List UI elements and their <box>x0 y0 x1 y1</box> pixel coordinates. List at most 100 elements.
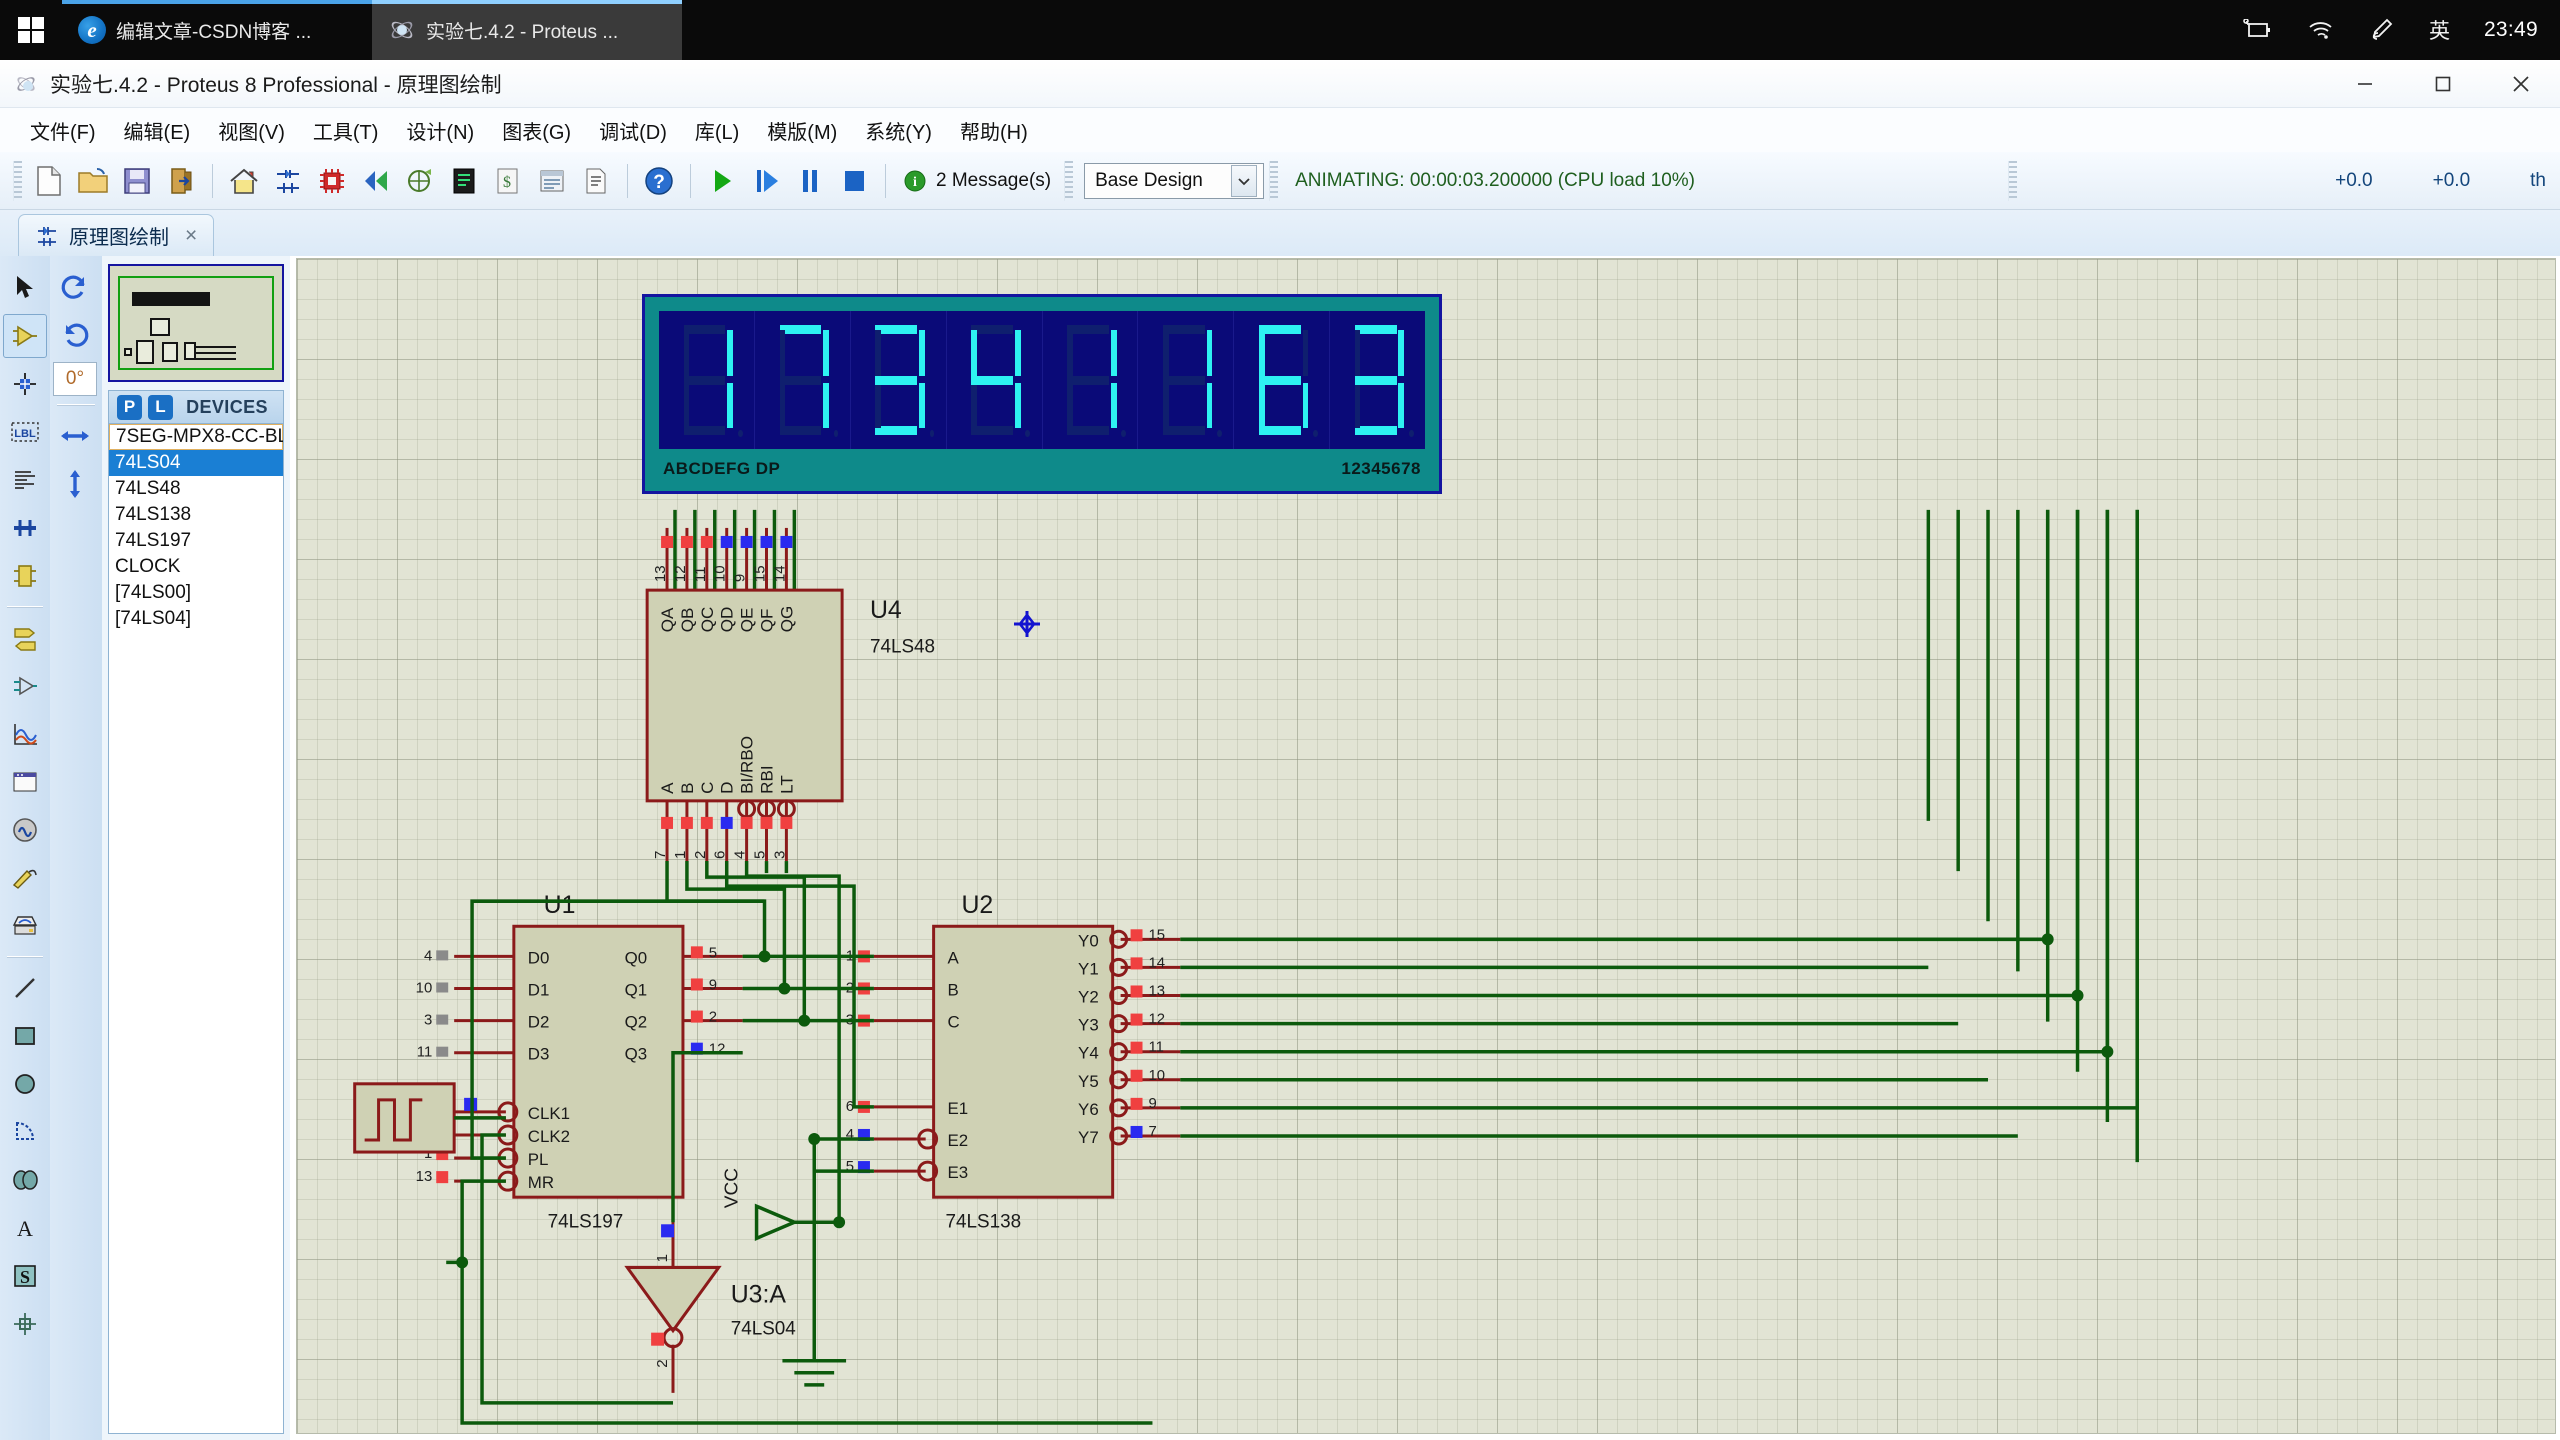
pick-devices-button[interactable]: P <box>117 394 142 420</box>
bus-mode-icon[interactable] <box>3 506 47 550</box>
pen-ink-icon[interactable] <box>2369 18 2395 42</box>
schematic-capture-icon[interactable] <box>266 159 310 203</box>
save-icon[interactable] <box>115 159 159 203</box>
step-icon[interactable] <box>744 159 788 203</box>
library-button[interactable]: L <box>148 394 173 420</box>
close-button[interactable] <box>2482 60 2560 108</box>
toolbar-grip[interactable] <box>13 160 22 201</box>
maximize-button[interactable] <box>2404 60 2482 108</box>
rotate-clockwise-icon[interactable] <box>53 266 97 310</box>
menu-bar: 文件(F) 编辑(E) 视图(V) 工具(T) 设计(N) 图表(G) 调试(D… <box>0 108 2560 152</box>
svg-text:E1: E1 <box>948 1099 969 1118</box>
menu-help[interactable]: 帮助(H) <box>946 111 1042 150</box>
tape-recorder-icon[interactable] <box>3 760 47 804</box>
tab-schematic-capture[interactable]: 原理图绘制 × <box>18 214 215 256</box>
menu-template[interactable]: 模版(M) <box>753 111 851 150</box>
svg-text:15: 15 <box>1148 926 1165 943</box>
subcircuit-icon[interactable] <box>3 554 47 598</box>
schematic-canvas[interactable]: ABCDEFG DP 12345678 QA QB QC QD QE QF QG… <box>296 258 2556 1434</box>
device-item-clock[interactable]: CLOCK <box>109 554 283 580</box>
taskbar-item-proteus[interactable]: 实验七.4.2 - Proteus ... <box>372 0 682 60</box>
menu-design[interactable]: 设计(N) <box>392 111 488 150</box>
terminals-icon[interactable] <box>3 616 47 660</box>
menu-system[interactable]: 系统(Y) <box>851 111 946 150</box>
device-item-74ls48[interactable]: 74LS48 <box>109 476 283 502</box>
menu-file[interactable]: 文件(F) <box>16 111 110 150</box>
line-tool-icon[interactable] <box>3 966 47 1010</box>
device-item-74ls04-lib[interactable]: [74LS04] <box>109 606 283 632</box>
toolbar-separator <box>212 163 213 198</box>
toolbar-grip[interactable] <box>2008 160 2018 201</box>
toolbar-separator <box>885 163 886 198</box>
device-pin-icon[interactable] <box>3 664 47 708</box>
menu-library[interactable]: 库(L) <box>681 111 753 150</box>
svg-text:Y7: Y7 <box>1078 1128 1099 1147</box>
help-question-icon[interactable]: ? <box>637 159 681 203</box>
pause-icon[interactable] <box>788 159 832 203</box>
toolbar-grip[interactable] <box>1269 160 1279 201</box>
arc-tool-icon[interactable] <box>3 1110 47 1154</box>
menu-edit[interactable]: 编辑(E) <box>110 111 205 150</box>
stop-icon[interactable] <box>832 159 876 203</box>
generator-icon[interactable] <box>3 808 47 852</box>
play-icon[interactable] <box>700 159 744 203</box>
battery-charging-icon[interactable] <box>2243 19 2273 41</box>
exit-icon[interactable] <box>159 159 203 203</box>
design-select-value: Base Design <box>1095 169 1203 191</box>
menu-view[interactable]: 视图(V) <box>204 111 299 150</box>
voltage-probe-icon[interactable] <box>3 856 47 900</box>
minimize-button[interactable] <box>2326 60 2404 108</box>
svg-text:74LS48: 74LS48 <box>870 636 935 657</box>
junction-dot-icon[interactable] <box>3 362 47 406</box>
design-select[interactable]: Base Design <box>1084 162 1265 199</box>
new-file-icon[interactable] <box>27 159 71 203</box>
menu-graph[interactable]: 图表(G) <box>488 111 585 150</box>
wire-label-icon[interactable]: LBL <box>3 410 47 454</box>
marker-tool-icon[interactable] <box>3 1302 47 1346</box>
mirror-vertical-icon[interactable] <box>53 462 97 506</box>
text-script-icon[interactable] <box>3 458 47 502</box>
chevron-down-icon[interactable] <box>1231 164 1258 197</box>
menu-tools[interactable]: 工具(T) <box>299 111 393 150</box>
rotate-counterclockwise-icon[interactable] <box>53 314 97 358</box>
ime-indicator[interactable]: 英 <box>2429 15 2450 45</box>
menu-debug[interactable]: 调试(D) <box>585 111 681 150</box>
device-item-74ls138[interactable]: 74LS138 <box>109 502 283 528</box>
svg-text:D2: D2 <box>528 1013 550 1032</box>
device-item-74ls04[interactable]: 74LS04 <box>109 450 283 476</box>
closed-path-tool-icon[interactable] <box>3 1158 47 1202</box>
rotation-angle-input[interactable]: 0° <box>53 362 97 396</box>
text-tool-icon[interactable]: A <box>3 1206 47 1250</box>
source-code-icon[interactable] <box>442 159 486 203</box>
report-icon[interactable] <box>574 159 618 203</box>
bill-of-materials-icon[interactable]: $ <box>486 159 530 203</box>
messages-indicator[interactable]: i 2 Message(s) <box>895 169 1059 193</box>
svg-text:9: 9 <box>732 574 749 582</box>
box-tool-icon[interactable] <box>3 1014 47 1058</box>
wifi-icon[interactable] <box>2307 19 2335 41</box>
devices-list[interactable]: 7SEG-MPX8-CC-BLUE 74LS04 74LS48 74LS138 … <box>108 424 284 1434</box>
device-item-74ls00-lib[interactable]: [74LS00] <box>109 580 283 606</box>
graph-icon[interactable] <box>3 712 47 756</box>
design-explorer-icon[interactable] <box>530 159 574 203</box>
toolbar-grip[interactable] <box>1064 160 1074 201</box>
pcb-layout-icon[interactable] <box>310 159 354 203</box>
svg-text:QC: QC <box>698 607 717 633</box>
start-button[interactable] <box>0 0 62 60</box>
taskbar-clock[interactable]: 23:49 <box>2484 18 2538 42</box>
close-icon[interactable]: × <box>185 224 197 248</box>
back-icon[interactable] <box>354 159 398 203</box>
device-item-7seg[interactable]: 7SEG-MPX8-CC-BLUE <box>109 424 283 450</box>
virtual-instrument-icon[interactable] <box>3 904 47 948</box>
selection-mode-icon[interactable] <box>3 266 47 310</box>
component-mode-icon[interactable] <box>3 314 47 358</box>
taskbar-item-edge[interactable]: e 编辑文章-CSDN博客 ... <box>62 0 372 60</box>
home-icon[interactable] <box>222 159 266 203</box>
schematic-preview[interactable] <box>108 264 284 382</box>
open-folder-icon[interactable] <box>71 159 115 203</box>
mirror-horizontal-icon[interactable] <box>53 414 97 458</box>
circle-tool-icon[interactable] <box>3 1062 47 1106</box>
3d-view-icon[interactable] <box>398 159 442 203</box>
device-item-74ls197[interactable]: 74LS197 <box>109 528 283 554</box>
symbol-tool-icon[interactable]: S <box>3 1254 47 1298</box>
